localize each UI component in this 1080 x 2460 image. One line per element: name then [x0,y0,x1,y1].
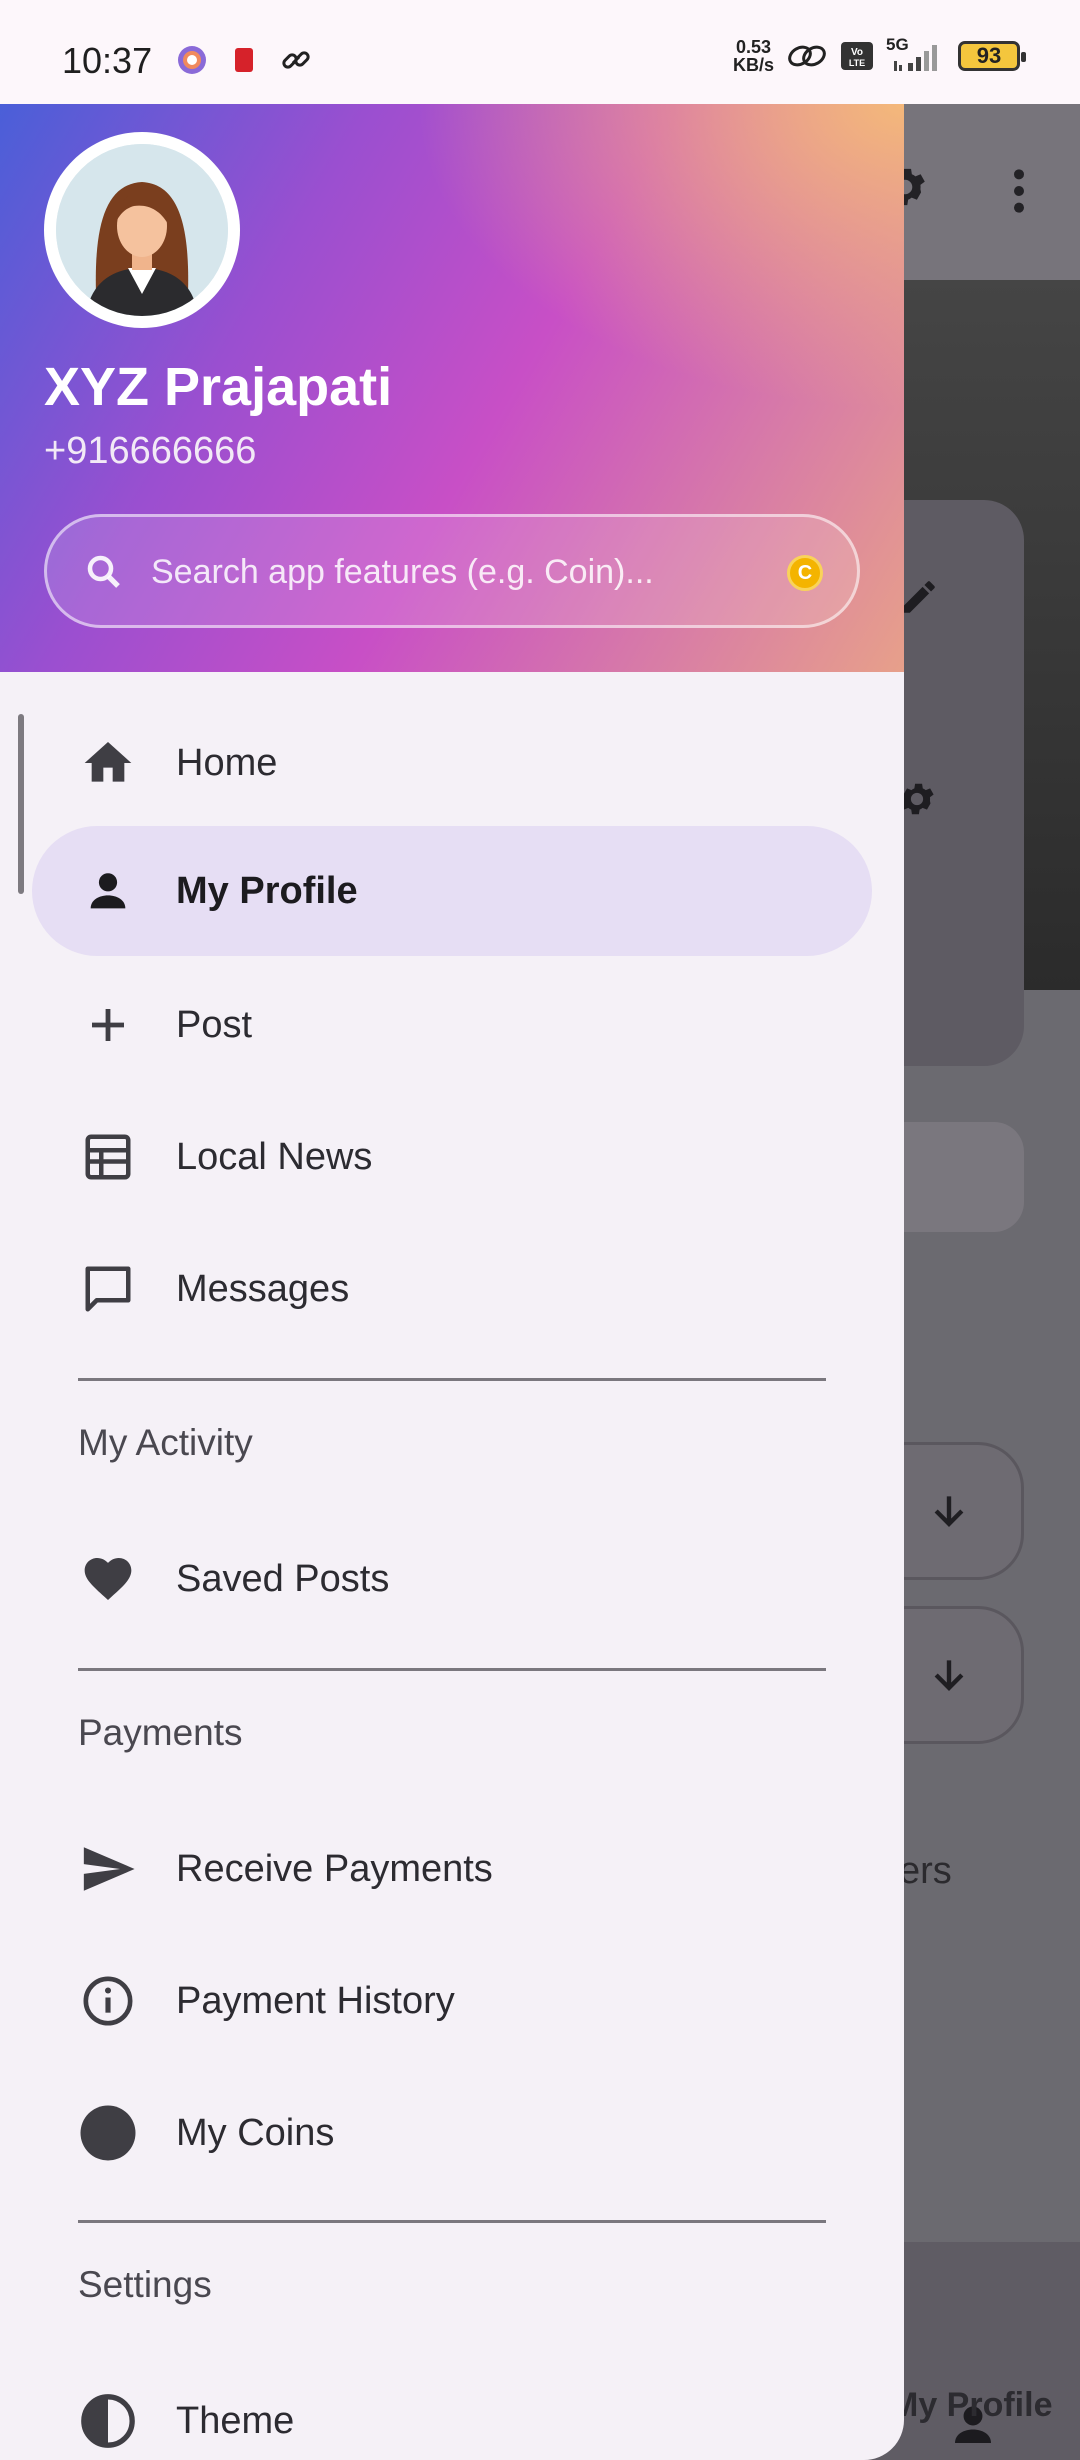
arrow-down-icon [934,1496,964,1527]
search-icon [87,555,120,588]
scrollbar[interactable] [18,714,24,894]
coin-icon: C [787,555,823,591]
chat-icon [78,1259,138,1319]
svg-text:Vo: Vo [851,47,863,58]
menu-item-label: Payment History [176,1979,455,2022]
user-name: XYZ Prajapati [44,357,393,417]
search-input[interactable]: Search app features (e.g. Coin)... C [44,514,860,628]
menu-item-label: My Profile [176,869,358,912]
notification-icons [176,44,312,76]
menu-item-label: Receive Payments [176,1847,493,1890]
net-speed-unit: KB/s [732,55,774,75]
avatar[interactable] [44,132,240,328]
menu-item-label: Theme [176,2399,295,2442]
app-notification-icon [178,46,206,74]
net-speed: 0.53 KB/s [733,38,774,74]
info-icon [78,1971,138,2031]
menu-item-messages[interactable]: Messages [32,1224,872,1354]
menu-item-local-news[interactable]: Local News [32,1092,872,1222]
search-placeholder: Search app features (e.g. Coin)... [151,553,654,591]
menu-item-label: Local News [176,1135,373,1178]
menu-item-label: My Coins [176,2111,335,2154]
navigation-drawer: XYZ Prajapati +916666666 Search app feat… [0,104,904,2460]
link-icon [788,45,826,67]
menu-item-payment-history[interactable]: Payment History [32,1936,872,2066]
menu-item-home[interactable]: Home [32,698,872,828]
person-icon [78,861,138,921]
signal-icon: 5G [886,35,946,73]
divider [78,1378,826,1381]
home-icon [78,733,138,793]
system-icons: 0.53 KB/s Vo LTE 5G 93 [733,35,1026,74]
newspaper-icon [78,1127,138,1187]
section-title-my-activity: My Activity [78,1422,253,1463]
user-avatar-icon [56,144,228,316]
coin-circle-icon [78,2103,138,2163]
arrow-down-icon [934,1660,964,1691]
avatar-image [56,144,228,316]
user-phone: +916666666 [44,430,257,472]
menu-item-theme[interactable]: Theme [32,2356,872,2460]
menu-item-label: Saved Posts [176,1557,390,1600]
section-title-payments: Payments [78,1712,243,1753]
status-time: 10:37 [62,40,153,81]
battery-icon: 93 [958,41,1026,71]
menu-item-post[interactable]: Post [32,960,872,1090]
menu-item-label: Messages [176,1267,350,1310]
svg-text:LTE: LTE [849,58,865,68]
menu-item-label: Post [176,1003,253,1046]
drawer-header: XYZ Prajapati +916666666 Search app feat… [0,104,904,672]
divider [78,2220,826,2223]
status-bar: 10:37 0.53 KB/s Vo LTE 5G 93 [0,0,1080,104]
divider [78,1668,826,1671]
volte-icon: Vo LTE [841,42,873,70]
contrast-icon [78,2391,138,2451]
heart-icon [78,1549,138,1609]
section-title-settings: Settings [78,2264,212,2305]
menu-item-label: Home [176,741,278,784]
background-nav-label: My Profile [890,2386,1053,2424]
plus-icon [78,995,138,1055]
menu-item-my-profile[interactable]: My Profile [32,826,872,956]
menu-item-saved-posts[interactable]: Saved Posts [32,1514,872,1644]
net-speed-value: 0.53 [735,37,772,57]
send-icon [78,1839,138,1899]
book-icon [235,48,253,72]
battery-level: 93 [976,43,1002,68]
menu-item-receive-payments[interactable]: Receive Payments [32,1804,872,1934]
more-vertical-icon [1014,169,1024,213]
menu-item-my-coins[interactable]: My Coins [32,2068,872,2198]
link-icon [282,51,310,69]
edit-icon [903,581,935,613]
